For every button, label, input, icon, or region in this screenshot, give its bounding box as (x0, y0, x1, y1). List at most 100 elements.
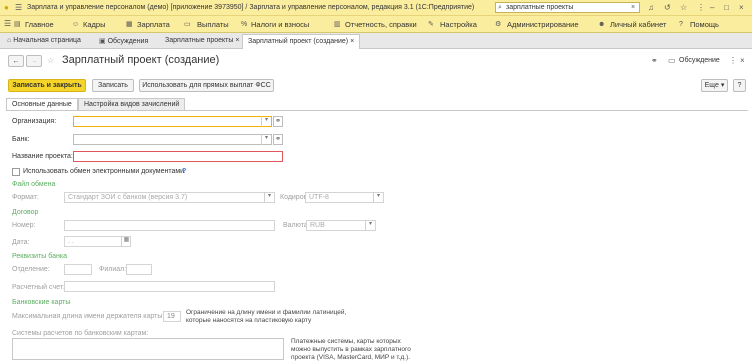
title-bar: ● ☰ Зарплата и управление персоналом (де… (0, 0, 752, 16)
people-icon: ☺ (72, 21, 80, 28)
menu-icon[interactable]: ☰ (15, 4, 22, 12)
menu-item-payments[interactable]: Выплаты (197, 20, 229, 29)
menu-item-reports[interactable]: Отчетность, справки (345, 20, 417, 29)
menu-item-cabinet[interactable]: Личный кабинет (610, 20, 666, 29)
menu-item-main[interactable]: Главное (25, 20, 54, 29)
organization-field[interactable] (73, 116, 272, 127)
history-icon[interactable]: ↺ (664, 4, 671, 12)
percent-icon: % (241, 21, 248, 28)
star-icon[interactable]: ☆ (680, 4, 687, 12)
form-more-icon[interactable]: ⋮ (729, 57, 737, 65)
back-button[interactable]: ← (8, 55, 24, 67)
tab-close-icon[interactable]: × (350, 38, 354, 45)
organization-open-button[interactable]: ⚭ (273, 116, 283, 127)
tab-salary-project-create[interactable]: Зарплатный проект (создание) × (242, 34, 361, 49)
subtabs-line (6, 110, 748, 111)
close-search-icon[interactable]: × (631, 4, 635, 12)
link-icon[interactable]: ⚭ (651, 57, 658, 65)
organization-dropdown[interactable]: ▾ (261, 116, 271, 127)
home-icon: ▤ (14, 21, 21, 28)
report-icon: ▥ (334, 21, 341, 28)
bank-details-group-title: Реквизиты банка (12, 253, 67, 260)
maximize-icon[interactable]: □ (724, 4, 729, 12)
app-logo-icon: ● (4, 3, 9, 12)
forward-button[interactable]: → (26, 55, 42, 67)
sections-bar: ☰ ▤ Главное ☺ Кадры ▦ Зарплата ▭ Выплаты… (0, 16, 752, 33)
menu-item-salary[interactable]: Зарплата (137, 20, 170, 29)
max-length-note: Ограничение на длину имени и фамилии лат… (186, 309, 347, 324)
payment-systems-note: Платежные системы, карты которых можно в… (291, 338, 411, 361)
search-input[interactable]: зарплатные проекты (506, 4, 573, 11)
project-name-field[interactable] (73, 151, 283, 162)
account-field[interactable] (64, 281, 275, 292)
tab-label: Обсуждения (107, 38, 149, 45)
menu-item-help[interactable]: Помощь (690, 20, 719, 29)
favorite-star-icon[interactable]: ☆ (47, 57, 54, 65)
number-field[interactable] (64, 220, 275, 231)
currency-dropdown[interactable]: ▾ (365, 220, 375, 231)
format-field[interactable]: Стандарт ЗОИ с банком (версия 3.7) (64, 192, 275, 203)
max-length-field[interactable]: 19 (163, 311, 181, 322)
discussion-link[interactable]: Обсуждение (679, 57, 720, 64)
wrench-icon: ✎ (428, 21, 434, 28)
home-tab-icon: ⌂ (7, 37, 12, 44)
date-label: Дата: (12, 239, 30, 246)
bank-cards-group-title: Банковские карты (12, 299, 71, 306)
more-label: Еще (704, 82, 719, 89)
menu-item-admin[interactable]: Администрирование (507, 20, 579, 29)
help-button[interactable]: ? (733, 79, 746, 92)
number-label: Номер: (12, 222, 36, 229)
hamburger-icon[interactable]: ☰ (4, 20, 11, 28)
max-length-label: Максимальная длина имени держателя карты… (12, 313, 165, 320)
account-label: Расчетный счет: (12, 284, 65, 291)
edoc-checkbox[interactable] (12, 168, 20, 176)
more-button[interactable]: Еще ▾ (701, 79, 728, 92)
branch-field[interactable] (64, 264, 92, 275)
save-button[interactable]: Записать (92, 79, 134, 92)
tab-close-icon[interactable]: × (235, 37, 239, 44)
bank-open-button[interactable]: ⚭ (273, 134, 283, 145)
discussion-icon[interactable]: ▭ (668, 57, 676, 65)
form-close-icon[interactable]: × (740, 57, 745, 65)
chat-tab-icon: ▣ (99, 38, 106, 45)
open-tabs-bar: ⌂ Начальная страница ▣ Обсуждения Зарпла… (0, 33, 752, 49)
bank-field[interactable] (73, 134, 272, 145)
format-dropdown[interactable]: ▾ (264, 192, 274, 203)
filial-field[interactable] (126, 264, 152, 275)
payment-systems-table[interactable] (12, 338, 284, 360)
tab-label: Зарплатный проект (создание) (248, 38, 349, 45)
tab-accrual-settings[interactable]: Настройка видов зачислений (78, 98, 186, 110)
contract-group-title: Договор (12, 209, 39, 216)
tab-discussions[interactable]: ▣ Обсуждения (94, 34, 153, 49)
tab-salary-projects[interactable]: Зарплатные проекты × (160, 34, 244, 49)
help-icon: ? (679, 21, 683, 28)
payments-icon: ▭ (184, 21, 191, 28)
tab-home[interactable]: ⌂ Начальная страница (2, 34, 86, 49)
filial-label: Филиал: (99, 266, 127, 273)
menu-item-taxes[interactable]: Налоги и взносы (251, 20, 309, 29)
use-fss-button[interactable]: Использовать для прямых выплат ФСС (139, 79, 274, 92)
more-icon[interactable]: ⋮ (697, 4, 705, 12)
search-box[interactable]: ⌕ зарплатные проекты × (495, 2, 640, 13)
close-icon[interactable]: × (739, 4, 744, 12)
search-icon: ⌕ (498, 4, 502, 11)
salary-icon: ▦ (126, 21, 133, 28)
menu-item-hr[interactable]: Кадры (83, 20, 105, 29)
edoc-help-icon[interactable]: ? (182, 168, 186, 175)
tab-label: Зарплатные проекты (165, 37, 234, 44)
tab-main-data[interactable]: Основные данные (6, 98, 78, 110)
bell-icon[interactable]: ♫ (648, 4, 654, 12)
edoc-label: Использовать обмен электронными документ… (23, 168, 185, 175)
encoding-dropdown[interactable]: ▾ (373, 192, 383, 203)
calendar-icon[interactable]: ▦ (121, 236, 131, 247)
save-and-close-button[interactable]: Записать и закрыть (8, 79, 86, 92)
project-name-label: Название проекта: (12, 153, 73, 160)
menu-item-settings[interactable]: Настройка (440, 20, 477, 29)
organization-label: Организация: (12, 118, 57, 125)
format-label: Формат: (12, 194, 39, 201)
minimize-icon[interactable]: – (710, 4, 714, 12)
window-title: Зарплата и управление персоналом (демо) … (27, 4, 475, 11)
form-title: Зарплатный проект (создание) (62, 54, 220, 66)
bank-dropdown[interactable]: ▾ (261, 134, 271, 145)
payment-systems-label: Системы расчетов по банковским картам: (12, 330, 149, 337)
